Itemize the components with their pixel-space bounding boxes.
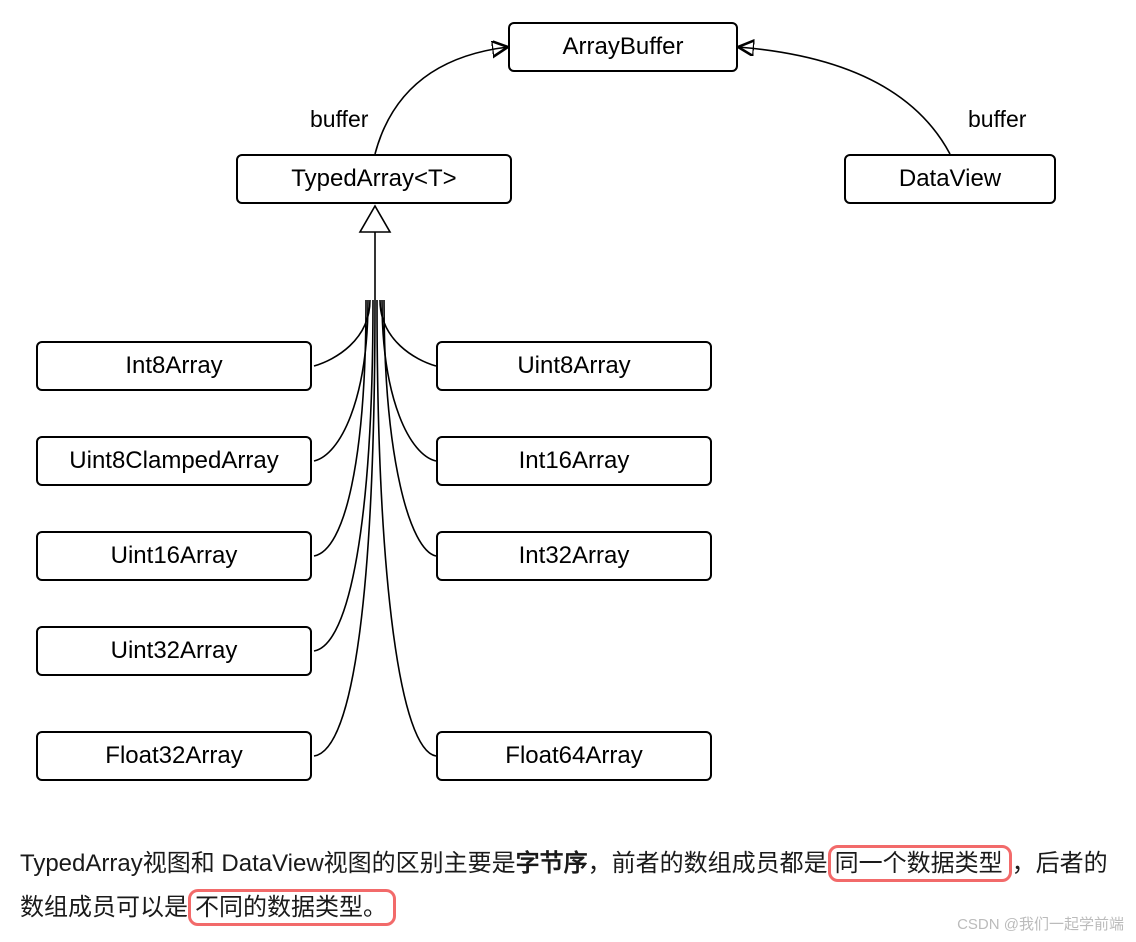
node-uint16array: Uint16Array [36,531,312,581]
caption-highlight-1: 同一个数据类型 [828,845,1012,882]
edge-label-buffer-left: buffer [310,106,368,133]
node-uint32array: Uint32Array [36,626,312,676]
caption-highlight-2: 不同的数据类型。 [188,889,396,926]
edge-label-buffer-right: buffer [968,106,1026,133]
connector-svg [0,0,1136,830]
caption-text: TypedArray视图和 DataView视图的区别主要是字节序，前者的数组成… [20,842,1116,931]
node-uint8clampedarray: Uint8ClampedArray [36,436,312,486]
node-arraybuffer: ArrayBuffer [508,22,738,72]
node-float64array: Float64Array [436,731,712,781]
diagram-area: ArrayBuffer TypedArray<T> DataView buffe… [0,0,1136,830]
watermark: CSDN @我们一起学前端 [957,913,1124,934]
node-typedarray: TypedArray<T> [236,154,512,204]
node-dataview: DataView [844,154,1056,204]
node-uint8array: Uint8Array [436,341,712,391]
node-int32array: Int32Array [436,531,712,581]
node-int16array: Int16Array [436,436,712,486]
caption-bold: 字节序 [516,850,588,877]
caption-part2: ，前者的数组成员都是 [588,850,828,877]
node-float32array: Float32Array [36,731,312,781]
node-int8array: Int8Array [36,341,312,391]
caption-part1: TypedArray视图和 DataView视图的区别主要是 [20,850,516,877]
